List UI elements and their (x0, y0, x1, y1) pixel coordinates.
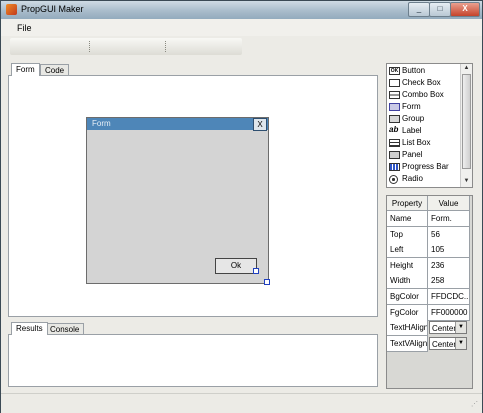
property-header: Property (387, 196, 428, 211)
property-value[interactable]: Form. (428, 211, 470, 227)
property-value[interactable]: 236 (428, 258, 470, 274)
toolbox-item-label: Panel (402, 150, 423, 159)
property-name: FgColor (387, 305, 428, 321)
toolbox-item-label: Form (402, 102, 421, 111)
toolbar (10, 38, 242, 55)
toolbox-item-label: Label (402, 126, 422, 135)
property-value: Center (432, 324, 457, 333)
tab-results[interactable]: Results (11, 322, 48, 335)
property-name: Height (387, 258, 428, 274)
toolbox-item-label: Combo Box (402, 90, 444, 99)
resize-handle[interactable] (264, 279, 270, 285)
toolbox-item-label: Progress Bar (402, 162, 449, 171)
property-name: Name (387, 211, 428, 227)
property-value[interactable]: 105 (428, 242, 470, 258)
value-header: Value (428, 196, 470, 211)
property-name: Left (387, 242, 428, 258)
property-value-combo[interactable]: Center ▼ (429, 321, 467, 334)
chevron-down-icon[interactable]: ▼ (455, 322, 466, 333)
button-icon: OK (389, 67, 400, 75)
ok-button[interactable]: Ok (215, 258, 257, 274)
menu-bar: File (1, 19, 482, 36)
window-title: PropGUI Maker (21, 4, 84, 14)
checkbox-icon (389, 79, 400, 87)
close-button[interactable]: X (450, 2, 480, 17)
toolbar-separator (165, 41, 168, 52)
title-bar[interactable]: PropGUI Maker _ □ X (1, 1, 482, 19)
status-bar: ⋰ (1, 393, 482, 413)
property-name: BgColor (387, 289, 428, 305)
property-name: TextHAlign (387, 320, 428, 336)
chevron-down-icon[interactable]: ▼ (455, 338, 466, 349)
menu-file[interactable]: File (17, 23, 32, 33)
toolbar-separator (89, 41, 92, 52)
panel-icon (389, 151, 400, 159)
property-name: Top (387, 227, 428, 243)
toolbox-scrollbar[interactable]: ▲ ▼ (460, 64, 472, 187)
property-value[interactable]: 258 (428, 273, 470, 289)
toolbox-list[interactable]: OK Button Check Box Combo Box Form Group… (386, 63, 473, 188)
toolbox-item-label: Button (402, 66, 426, 75)
scroll-thumb[interactable] (462, 74, 471, 169)
listbox-icon (389, 139, 400, 147)
form-preview-title: Form (92, 119, 111, 128)
progressbar-icon (389, 163, 400, 171)
maximize-button[interactable]: □ (429, 2, 451, 17)
property-name: TextVAlign (387, 336, 428, 352)
property-value[interactable]: FF000000 (428, 305, 470, 321)
form-preview-close-button[interactable]: X (253, 118, 267, 131)
resize-handle[interactable] (253, 268, 259, 274)
radio-icon (389, 175, 398, 184)
form-preview[interactable]: Form X Ok (86, 117, 269, 284)
app-window: PropGUI Maker _ □ X File Form Code Resul… (0, 0, 483, 413)
property-value: Center (432, 340, 457, 349)
form-icon (389, 103, 400, 111)
group-icon (389, 115, 400, 123)
property-grid: Property Value Name Form. Top 56 Left 105 Heig… (386, 195, 473, 389)
minimize-button[interactable]: _ (408, 2, 430, 17)
toolbox-item-label: Radio (402, 174, 423, 183)
property-value-combo[interactable]: Center ▼ (429, 337, 467, 350)
scroll-down-icon[interactable]: ▼ (461, 177, 472, 186)
toolbox-item-label: List Box (402, 138, 431, 147)
toolbox-item-label: Group (402, 114, 425, 123)
scroll-up-icon[interactable]: ▲ (461, 64, 472, 73)
results-pane[interactable] (8, 334, 378, 387)
size-grip-icon[interactable]: ⋰ (471, 400, 478, 408)
tab-form[interactable]: Form (11, 63, 40, 76)
property-value[interactable]: 56 (428, 227, 470, 243)
toolbox-item-label: Check Box (402, 78, 441, 87)
property-name: Width (387, 273, 428, 289)
combobox-icon (389, 91, 400, 99)
label-icon: ab (389, 125, 399, 134)
property-value[interactable]: FFDCDC... (428, 289, 470, 305)
form-preview-title-bar[interactable]: Form X (87, 118, 268, 131)
app-icon (6, 4, 17, 15)
